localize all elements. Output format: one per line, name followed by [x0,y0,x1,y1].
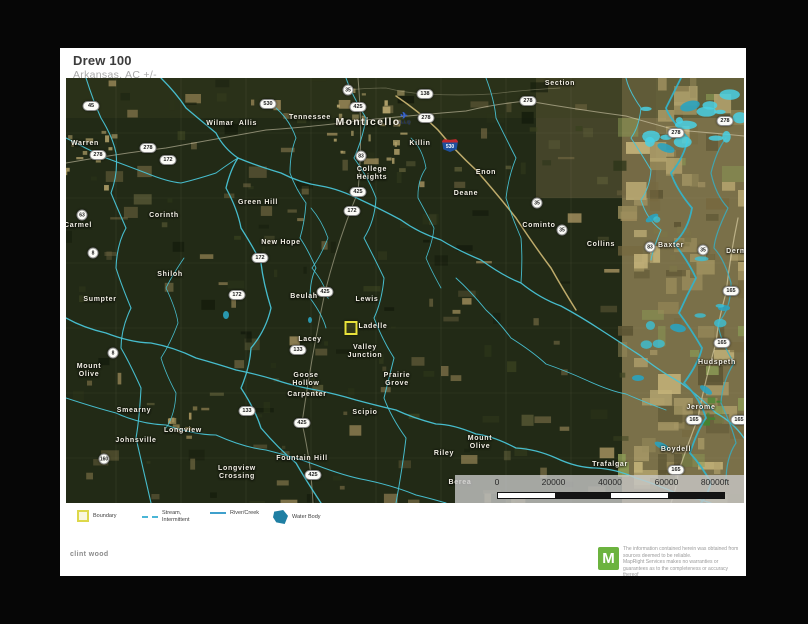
highway-shield: 138 [417,89,434,99]
highway-shield: 278 [140,143,157,153]
highway-shield: 278 [717,116,734,126]
highway-shield: 172 [252,253,269,263]
highway-shield: 35 [557,225,568,236]
stream-swatch-icon [142,516,158,518]
legend-label: Stream, Intermittent [162,510,190,524]
highway-shield: 83 [645,242,656,253]
legend-item-river: River/Creek [210,510,259,517]
highway-shield: 165 [686,415,703,425]
highway-shield: 83 [356,151,367,162]
legend-label: Water Body [292,514,321,521]
highway-shield: 278 [668,128,685,138]
highway-shield: 165 [668,465,685,475]
disclaimer-line-2: MapRight Services makes no warranties or… [623,559,728,578]
legend-label: Boundary [93,513,117,520]
highway-shield: 172 [344,206,361,216]
boundary-marker[interactable] [345,321,358,335]
highway-shield: 8 [108,348,119,359]
water-swatch-icon [273,510,288,524]
map-canvas[interactable]: 452782781726353035425138278278278278530✈… [66,78,744,503]
map-document-page: Drew 100 Arkansas, AC +/- 45278278172635… [60,48,746,576]
highway-shield: 172 [229,290,246,300]
scalebar-labels: 0 20000 40000 60000 80000ft [66,477,744,489]
highway-shield: 63 [77,210,88,221]
highway-shield: 278 [418,113,435,123]
page-title: Drew 100 [73,53,132,68]
highway-shield: 165 [723,286,740,296]
highway-shield: 133 [239,406,256,416]
disclaimer-text: The information contained herein was obt… [623,546,744,579]
scalebar-tick: 60000 [655,477,679,487]
highway-shield: 160 [99,454,110,465]
river-swatch-icon [210,512,226,514]
highway-shield: 35 [343,85,354,96]
author-name: clint wood [70,551,109,558]
highway-shield: 172 [160,155,177,165]
airport-marker: ✈KLLQ [397,112,411,125]
disclaimer-line-1: The information contained herein was obt… [623,546,738,559]
highway-shield: 35 [698,245,709,256]
legend-item-water: Water Body [273,510,321,524]
highway-shield: 278 [90,150,107,160]
boundary-swatch-icon [77,510,89,522]
highway-shield: 530 [260,99,277,109]
airplane-icon: ✈ [400,112,408,120]
legend-item-boundary: Boundary [77,510,117,522]
satellite-imagery [66,78,744,503]
highway-shield: 35 [532,198,543,209]
highway-shield: 165 [731,415,745,425]
scalebar-bar [497,492,725,499]
highway-shield: 278 [520,96,537,106]
legend-label: River/Creek [230,510,259,517]
scalebar-tick: 0 [495,477,500,487]
highway-shield: 425 [350,187,367,197]
scalebar-tick: 80000ft [701,477,729,487]
map-legend: Boundary Stream, Intermittent River/Creek W… [66,504,744,532]
legend-item-stream: Stream, Intermittent [142,510,190,524]
highway-shield: 45 [83,101,100,111]
highway-shield: 425 [350,102,367,112]
highway-shield: 165 [714,338,731,348]
highway-shield: 425 [294,418,311,428]
highway-shield: 425 [317,287,334,297]
highway-shield: 133 [290,345,307,355]
highway-shield: 8 [88,248,99,259]
scalebar-tick: 20000 [542,477,566,487]
mapright-logo: M [598,547,619,570]
scalebar-tick: 40000 [598,477,622,487]
